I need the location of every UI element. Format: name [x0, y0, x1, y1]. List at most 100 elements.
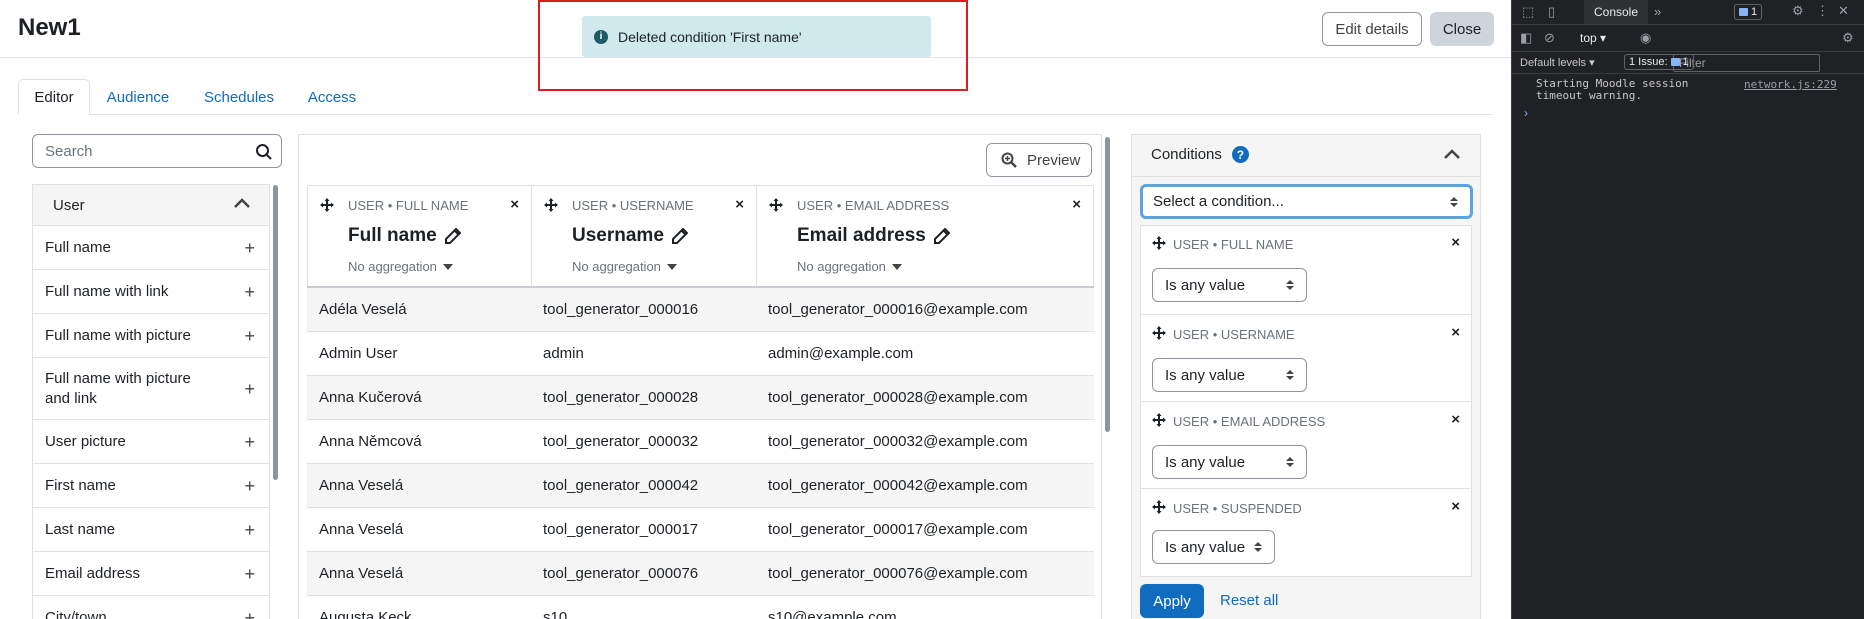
delete-column-icon[interactable]: × [1072, 196, 1081, 213]
gear-icon[interactable]: ⚙ [1792, 3, 1804, 19]
console-prompt[interactable]: › [1524, 106, 1528, 120]
device-toolbar-icon[interactable]: ▯ [1548, 4, 1555, 20]
sidebar-toggle-icon[interactable]: ◧ [1520, 30, 1532, 46]
context-value: top [1580, 31, 1597, 45]
aggregation-label: No aggregation [797, 259, 886, 274]
sidebar-item-full-name[interactable]: Full name + [33, 226, 269, 270]
aggregation-dropdown[interactable]: No aggregation [797, 259, 902, 274]
caret-down-icon [891, 263, 902, 270]
condition-operator-select[interactable]: Is any value [1152, 358, 1307, 392]
column-name-text: Full name [348, 225, 437, 246]
report-scrollbar[interactable] [1105, 137, 1110, 432]
move-icon[interactable] [1152, 236, 1166, 250]
pencil-icon[interactable] [671, 228, 688, 244]
column-name-text: Email address [797, 225, 926, 246]
plus-icon[interactable]: + [244, 282, 255, 302]
move-icon[interactable] [1152, 500, 1166, 514]
plus-icon[interactable]: + [244, 476, 255, 496]
issues-count: 1 [1682, 56, 1689, 68]
plus-icon[interactable]: + [244, 608, 255, 619]
aggregation-dropdown[interactable]: No aggregation [572, 259, 677, 274]
sort-icon [1450, 196, 1458, 207]
condition-username: USER • USERNAME × Is any value [1140, 315, 1472, 402]
gear-icon[interactable]: ⚙ [1842, 30, 1854, 46]
sidebar-item-label: First name [45, 476, 116, 494]
close-button[interactable]: Close [1430, 12, 1494, 46]
delete-condition-icon[interactable]: × [1451, 324, 1460, 341]
chevron-up-icon[interactable] [233, 197, 251, 209]
condition-suspended: USER • SUSPENDED × Is any value [1140, 489, 1472, 577]
messages-badge[interactable]: 1 [1734, 4, 1763, 20]
clear-console-icon[interactable]: ⊘ [1544, 30, 1555, 46]
column-name[interactable]: Email address [797, 225, 950, 247]
column-name[interactable]: Full name [348, 225, 461, 247]
apply-button[interactable]: Apply [1140, 584, 1204, 618]
sidebar-scrollbar[interactable] [273, 185, 278, 480]
sidebar-item-email-address[interactable]: Email address + [33, 552, 269, 596]
tab-editor[interactable]: Editor [18, 79, 90, 115]
column-name[interactable]: Username [572, 225, 688, 247]
delete-condition-icon[interactable]: × [1451, 411, 1460, 428]
reset-all-link[interactable]: Reset all [1220, 592, 1278, 609]
sidebar-item-label: Full name with picture and link [45, 369, 191, 407]
cell-email: tool_generator_000032@example.com [768, 433, 1028, 450]
sort-icon [1254, 542, 1262, 552]
console-toolbar: ◧ ⊘ top ▾ ◉ Filter ⚙ [1512, 25, 1864, 72]
chevron-up-icon[interactable] [1443, 148, 1461, 160]
close-icon[interactable]: ✕ [1838, 3, 1849, 19]
plus-icon[interactable]: + [244, 432, 255, 452]
cell-email: tool_generator_000016@example.com [768, 301, 1028, 318]
issues-badge[interactable]: 1 Issue: 1 [1624, 54, 1694, 70]
search-input[interactable]: Search [32, 134, 282, 168]
sidebar-item-last-name[interactable]: Last name + [33, 508, 269, 552]
condition-operator-value: Is any value [1165, 276, 1246, 294]
eye-icon[interactable]: ◉ [1640, 30, 1651, 46]
more-tabs-icon[interactable]: » [1654, 4, 1661, 19]
sidebar-item-user-picture[interactable]: User picture + [33, 420, 269, 464]
condition-operator-select[interactable]: Is any value [1152, 445, 1307, 479]
pencil-icon[interactable] [444, 228, 461, 244]
sidebar-group-header[interactable]: User [33, 185, 269, 226]
kebab-menu-icon[interactable]: ⋮ [1816, 3, 1829, 19]
condition-source: USER • SUSPENDED [1173, 501, 1302, 516]
delete-condition-icon[interactable]: × [1451, 498, 1460, 515]
console-source-link[interactable]: network.js:229 [1744, 78, 1837, 91]
plus-icon[interactable]: + [244, 326, 255, 346]
move-icon[interactable] [1152, 413, 1166, 427]
cell-username: tool_generator_000076 [543, 565, 699, 582]
sidebar-item-full-name-with-link[interactable]: Full name with link + [33, 270, 269, 314]
aggregation-dropdown[interactable]: No aggregation [348, 259, 453, 274]
sidebar-item-city-town[interactable]: City/town + [33, 596, 269, 619]
tab-schedules[interactable]: Schedules [192, 79, 286, 115]
plus-icon[interactable]: + [244, 379, 255, 399]
tab-audience[interactable]: Audience [96, 79, 180, 115]
help-icon[interactable]: ? [1231, 146, 1249, 163]
move-icon[interactable] [1152, 326, 1166, 340]
table-row: Anna Němcová tool_generator_000032 tool_ge… [307, 420, 1094, 464]
sidebar-item-first-name[interactable]: First name + [33, 464, 269, 508]
move-icon[interactable] [769, 198, 783, 212]
cell-full-name: Anna Němcová [319, 433, 422, 450]
levels-dropdown[interactable]: Default levels ▾ [1520, 56, 1595, 69]
preview-button[interactable]: Preview [986, 143, 1092, 177]
delete-column-icon[interactable]: × [510, 196, 519, 213]
conditions-divider [1132, 176, 1480, 177]
tab-console[interactable]: Console [1584, 0, 1648, 24]
move-icon[interactable] [544, 198, 558, 212]
sidebar-item-full-name-with-picture[interactable]: Full name with picture + [33, 314, 269, 358]
pencil-icon[interactable] [933, 228, 950, 244]
inspect-element-icon[interactable]: ⬚ [1522, 4, 1534, 20]
condition-operator-select[interactable]: Is any value [1152, 268, 1307, 302]
delete-column-icon[interactable]: × [735, 196, 744, 213]
tab-access[interactable]: Access [298, 79, 366, 115]
plus-icon[interactable]: + [244, 520, 255, 540]
sidebar-item-full-name-with-picture-and-link[interactable]: Full name with picture and link + [33, 358, 269, 420]
move-icon[interactable] [320, 198, 334, 212]
plus-icon[interactable]: + [244, 564, 255, 584]
edit-details-button[interactable]: Edit details [1322, 12, 1422, 46]
select-condition-dropdown[interactable]: Select a condition... [1140, 184, 1473, 219]
delete-condition-icon[interactable]: × [1451, 234, 1460, 251]
plus-icon[interactable]: + [244, 238, 255, 258]
condition-operator-select[interactable]: Is any value [1152, 530, 1275, 564]
context-selector[interactable]: top ▾ [1580, 31, 1606, 45]
